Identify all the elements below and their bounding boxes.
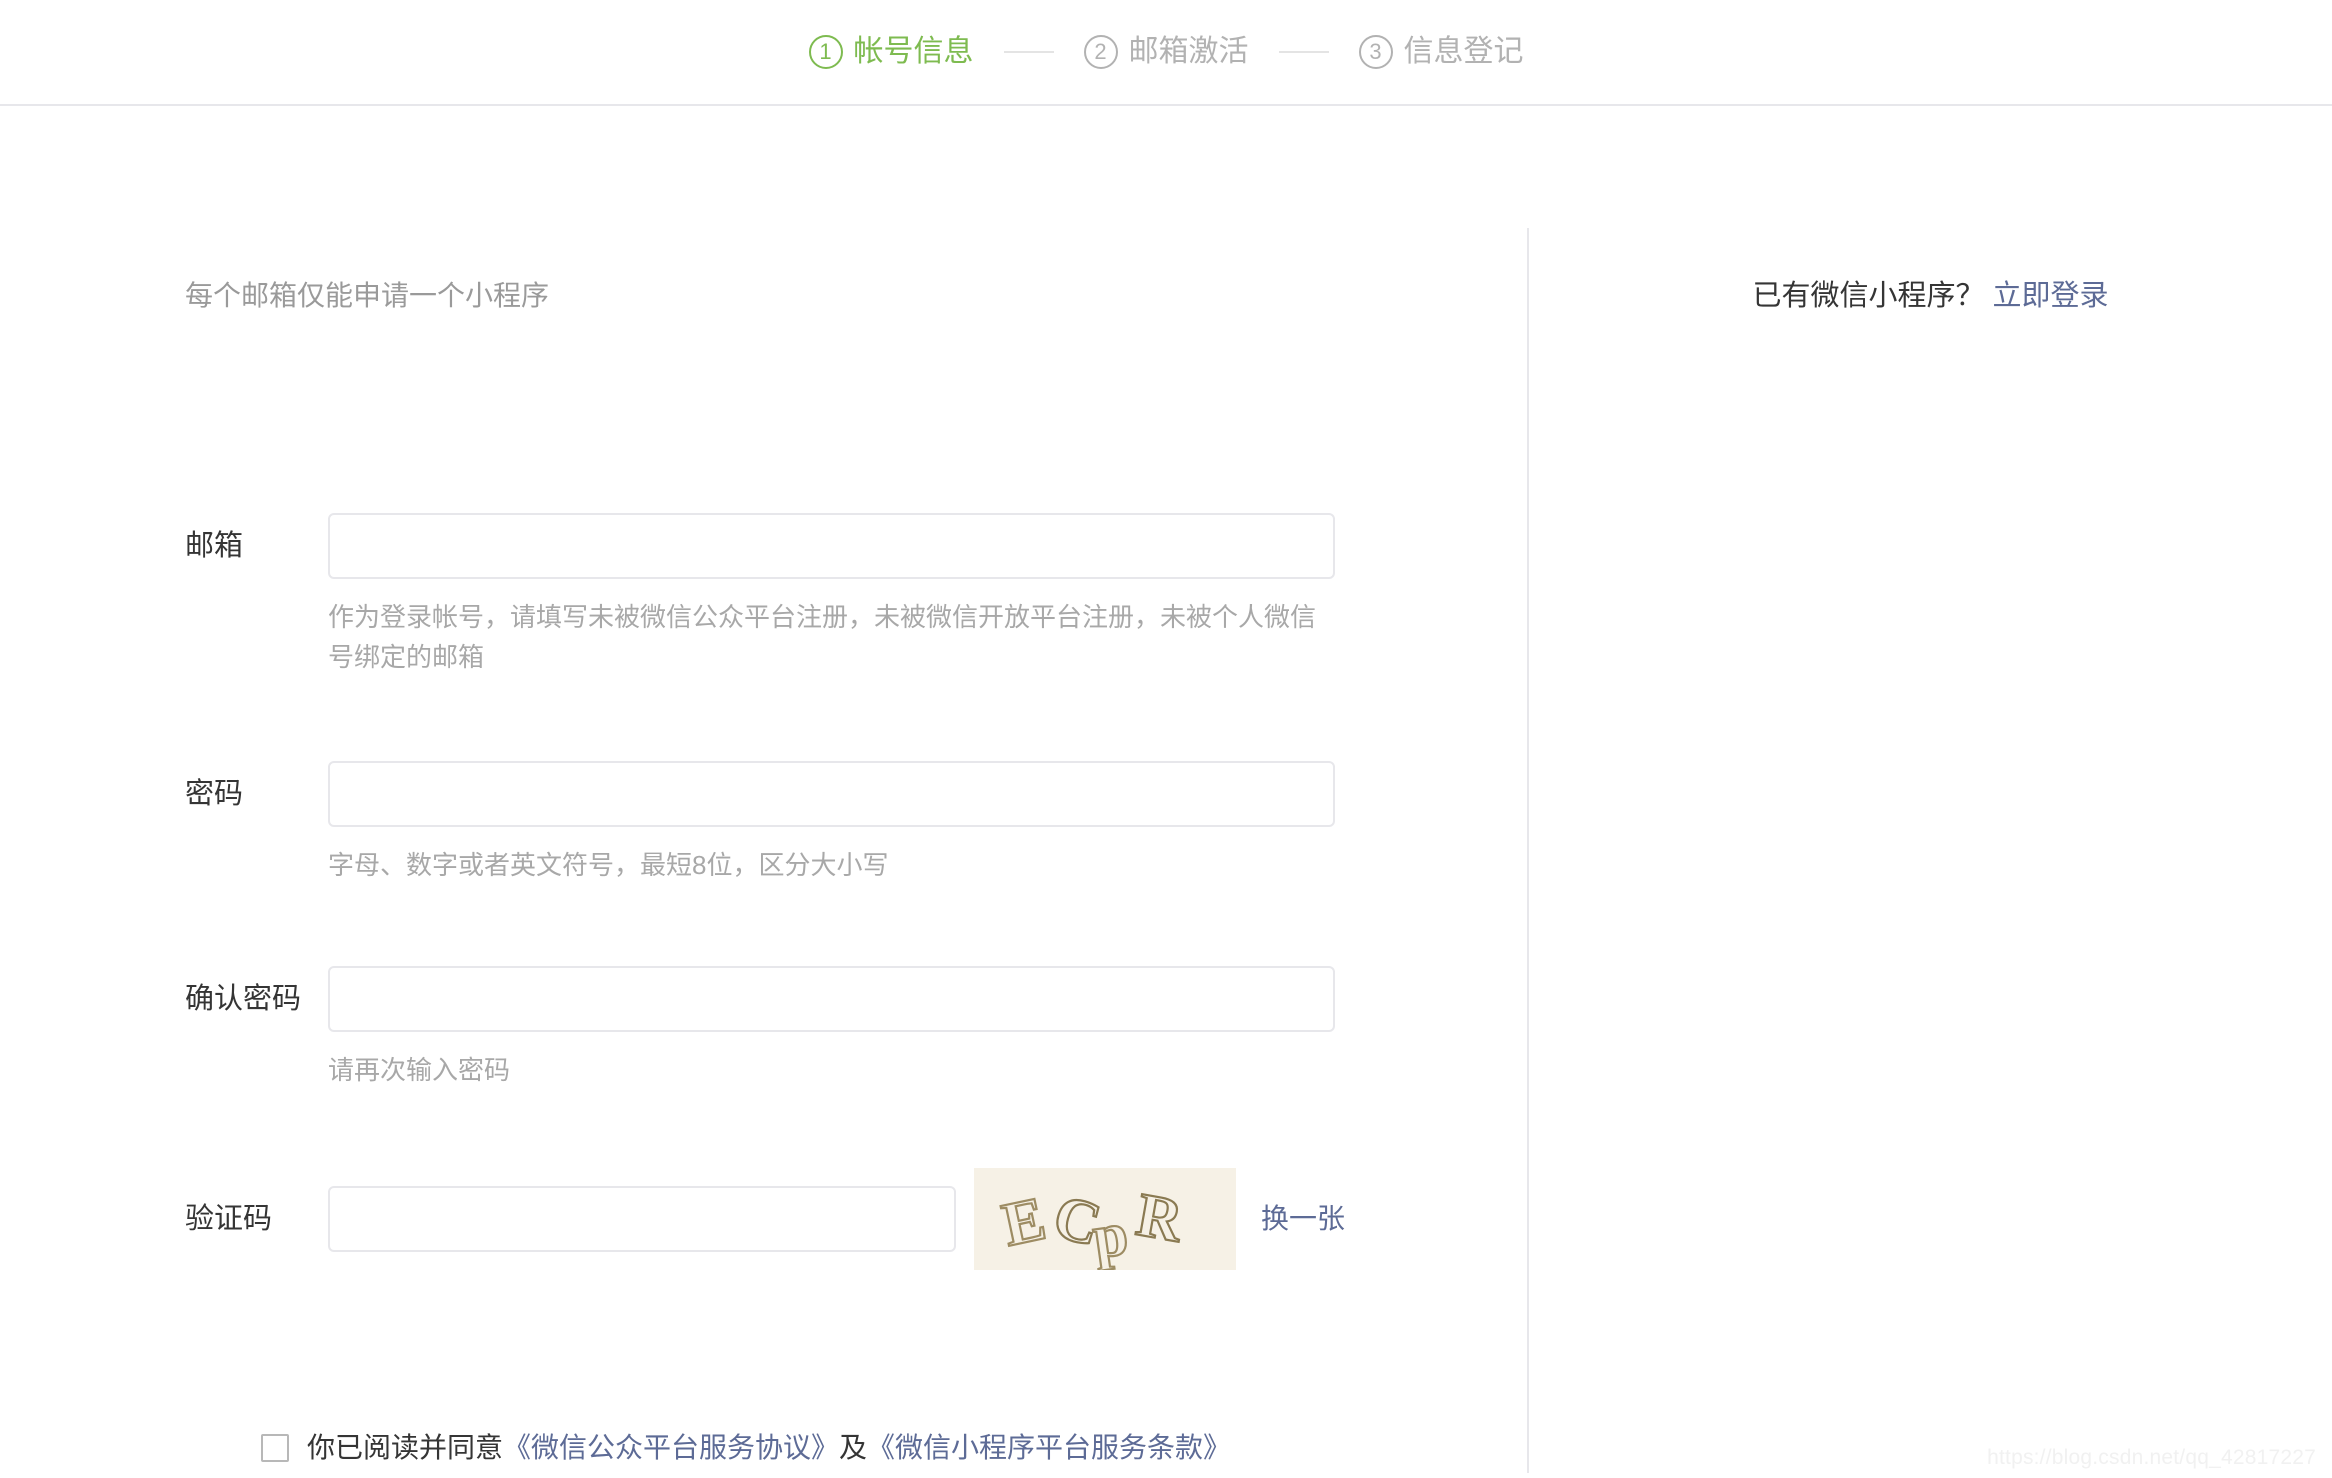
agreement-row: 你已阅读并同意 《微信公众平台服务协议》 及 《微信小程序平台服务条款》 xyxy=(261,1434,1231,1462)
step-connector-2 xyxy=(1279,51,1329,53)
confirm-password-input[interactable] xyxy=(328,966,1335,1032)
step-indicator-bar: 1 帐号信息 2 邮箱激活 3 信息登记 xyxy=(0,0,2332,106)
login-now-link[interactable]: 立即登录 xyxy=(1993,280,2109,312)
password-hint: 字母、数字或者英文符号，最短8位，区分大小写 xyxy=(328,845,1338,885)
step-1-label: 帐号信息 xyxy=(854,37,974,67)
captcha-refresh-link[interactable]: 换一张 xyxy=(1261,1205,1345,1233)
miniprogram-terms-link[interactable]: 《微信小程序平台服务条款》 xyxy=(867,1434,1231,1462)
captcha-field-row: 验证码 E C p R 换一张 xyxy=(185,1168,1345,1270)
confirm-password-field-group: 确认密码 请再次输入密码 xyxy=(185,966,1345,1090)
existing-account-panel: 已有微信小程序？ 立即登录 xyxy=(1529,106,2332,1478)
email-input[interactable] xyxy=(328,513,1335,579)
captcha-image[interactable]: E C p R xyxy=(974,1168,1236,1270)
form-notice: 每个邮箱仅能申请一个小程序 xyxy=(185,282,549,310)
step-2-email-activation[interactable]: 2 邮箱激活 xyxy=(1084,35,1249,69)
step-3-number-circle: 3 xyxy=(1359,35,1393,69)
password-label: 密码 xyxy=(185,780,328,809)
confirm-password-field-row: 确认密码 xyxy=(185,966,1345,1032)
service-agreement-link[interactable]: 《微信公众平台服务协议》 xyxy=(503,1434,839,1462)
captcha-label: 验证码 xyxy=(185,1205,328,1234)
registration-form: 每个邮箱仅能申请一个小程序 邮箱 作为登录帐号，请填写未被微信公众平台注册，未被… xyxy=(0,106,1527,1478)
email-hint: 作为登录帐号，请填写未被微信公众平台注册，未被微信开放平台注册，未被个人微信号绑… xyxy=(328,597,1338,678)
captcha-input[interactable] xyxy=(328,1186,956,1252)
email-field-group: 邮箱 作为登录帐号，请填写未被微信公众平台注册，未被微信开放平台注册，未被个人微… xyxy=(185,513,1345,678)
email-label: 邮箱 xyxy=(185,532,328,561)
step-3-info-registration[interactable]: 3 信息登记 xyxy=(1359,35,1524,69)
captcha-field-group: 验证码 E C p R 换一张 xyxy=(185,1168,1345,1270)
step-1-account-info[interactable]: 1 帐号信息 xyxy=(809,35,974,69)
step-2-number-circle: 2 xyxy=(1084,35,1118,69)
watermark-text: https://blog.csdn.net/qq_42817227 xyxy=(1987,1447,2316,1468)
login-prompt-text: 已有微信小程序？ xyxy=(1752,280,1984,312)
agreement-prefix-text: 你已阅读并同意 xyxy=(307,1434,503,1462)
agreement-middle-text: 及 xyxy=(839,1434,867,1462)
registration-page: 1 帐号信息 2 邮箱激活 3 信息登记 每个邮箱仅能申请一个小程序 xyxy=(0,0,2332,1478)
page-content: 每个邮箱仅能申请一个小程序 邮箱 作为登录帐号，请填写未被微信公众平台注册，未被… xyxy=(0,106,2332,1478)
password-field-row: 密码 xyxy=(185,761,1345,827)
email-field-row: 邮箱 xyxy=(185,513,1345,579)
step-2-label: 邮箱激活 xyxy=(1129,37,1249,67)
stepper: 1 帐号信息 2 邮箱激活 3 信息登记 xyxy=(809,0,1524,104)
step-3-label: 信息登记 xyxy=(1404,37,1524,67)
confirm-password-label: 确认密码 xyxy=(185,985,328,1014)
agreement-checkbox[interactable] xyxy=(261,1434,289,1462)
login-prompt: 已有微信小程序？ 立即登录 xyxy=(1529,282,2332,311)
step-connector-1 xyxy=(1004,51,1054,53)
password-field-group: 密码 字母、数字或者英文符号，最短8位，区分大小写 xyxy=(185,761,1345,885)
confirm-password-hint: 请再次输入密码 xyxy=(328,1050,1338,1090)
password-input[interactable] xyxy=(328,761,1335,827)
step-1-number-circle: 1 xyxy=(809,35,843,69)
